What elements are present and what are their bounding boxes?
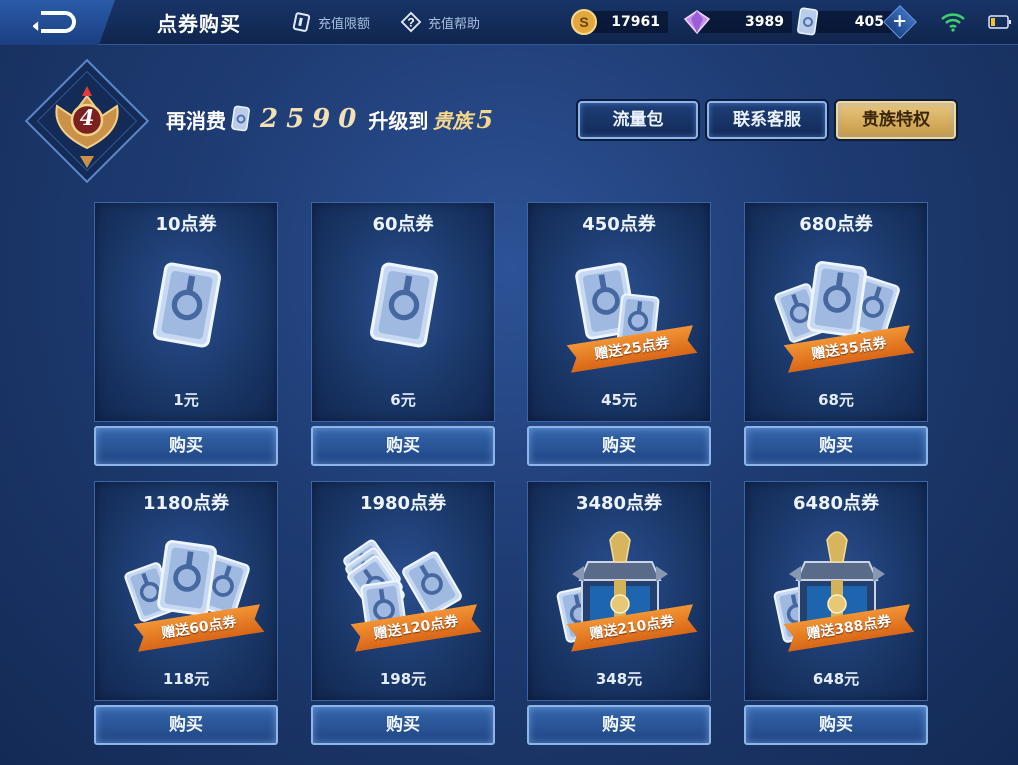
pack-title: 1180点券: [142, 493, 230, 514]
pack-price: 198元: [379, 670, 427, 688]
vip-amount: 2590: [260, 104, 365, 134]
voucher-counter: 405 +: [796, 4, 917, 39]
vip-rank-name: 贵族: [432, 108, 473, 133]
vip-upgrade-text: 再消费 2590 升级到 贵族 5: [166, 104, 493, 134]
pack-price: 118元: [162, 670, 210, 688]
vip-prefix: 再消费: [166, 108, 226, 133]
add-voucher-button[interactable]: +: [883, 4, 917, 39]
pack-title: 3480点券: [575, 493, 663, 514]
recharge-help-link[interactable]: ? 充值帮助: [400, 11, 480, 33]
pack-title: 10点券: [155, 214, 217, 235]
wifi-icon: [941, 13, 965, 32]
coin-icon: S: [571, 8, 597, 35]
svg-text:?: ?: [407, 16, 414, 30]
pack-title: 680点券: [799, 214, 873, 235]
pack-price: 68元: [818, 391, 854, 409]
buy-button[interactable]: 购买: [527, 705, 711, 745]
voucher-pack-card[interactable]: 1980点券 赠送120点券 198元: [311, 481, 495, 701]
diamond-counter: 3989: [682, 8, 792, 35]
buy-button[interactable]: 购买: [94, 426, 278, 466]
pack-title: 6480点券: [792, 493, 880, 514]
voucher-icon: [797, 7, 819, 35]
pack-title: 450点券: [582, 214, 656, 235]
data-package-button[interactable]: 流量包: [578, 101, 698, 139]
vip-mid: 升级到: [368, 108, 429, 133]
vip-level-number: 4: [79, 105, 95, 130]
svg-text:S: S: [579, 14, 588, 30]
plus-icon: +: [892, 10, 908, 32]
top-bar: 点券购买 充值限额 ? 充值帮助 S 17961 3989 405 +: [0, 0, 1018, 45]
buy-button[interactable]: 购买: [94, 705, 278, 745]
customer-service-button[interactable]: 联系客服: [707, 101, 827, 139]
vip-rank-level: 5: [476, 104, 494, 134]
pack-price: 648元: [812, 670, 860, 688]
battery-icon: [988, 15, 1011, 29]
voucher-pack-card[interactable]: 6480点券 赠送388点券 648元: [744, 481, 928, 701]
recharge-limit-link[interactable]: 充值限额: [290, 11, 370, 33]
voucher-icon: [231, 105, 250, 132]
buy-button[interactable]: 购买: [527, 426, 711, 466]
single-ticket-art: [369, 262, 439, 348]
recharge-limit-label: 充值限额: [318, 16, 371, 32]
voucher-pack-card[interactable]: 1180点券 赠送60点券 118元: [94, 481, 278, 701]
page-title: 点券购买: [157, 12, 241, 36]
recharge-help-label: 充值帮助: [428, 16, 481, 32]
pack-price: 1元: [173, 391, 199, 409]
diamond-value: 3989: [698, 10, 792, 33]
back-button[interactable]: [0, 0, 115, 45]
pack-price: 45元: [601, 391, 637, 409]
voucher-pack-card[interactable]: 10点券 1元: [94, 202, 278, 422]
back-arrow-icon: [33, 11, 76, 33]
buy-button[interactable]: 购买: [311, 426, 495, 466]
pack-price: 348元: [595, 670, 643, 688]
single-ticket-art: [152, 262, 222, 348]
vip-level-emblem[interactable]: 4: [22, 56, 152, 186]
voucher-pack-card[interactable]: 680点券 赠送35点券 68元: [744, 202, 928, 422]
gold-coin-counter: S 17961: [570, 8, 668, 35]
buy-button[interactable]: 购买: [744, 705, 928, 745]
pack-title: 60点券: [372, 214, 434, 235]
voucher-pack-card[interactable]: 60点券 6元: [311, 202, 495, 422]
pack-title: 1980点券: [359, 493, 447, 514]
buy-button[interactable]: 购买: [744, 426, 928, 466]
card-icon: [290, 11, 312, 33]
voucher-pack-card[interactable]: 450点券 赠送25点券 45元: [527, 202, 711, 422]
noble-privilege-button[interactable]: 贵族特权: [836, 101, 956, 139]
pack-price: 6元: [390, 391, 416, 409]
voucher-pack-card[interactable]: 3480点券 赠送210点券 348元: [527, 481, 711, 701]
buy-button[interactable]: 购买: [311, 705, 495, 745]
diamond-icon: [683, 9, 711, 34]
help-icon: ?: [400, 11, 422, 33]
